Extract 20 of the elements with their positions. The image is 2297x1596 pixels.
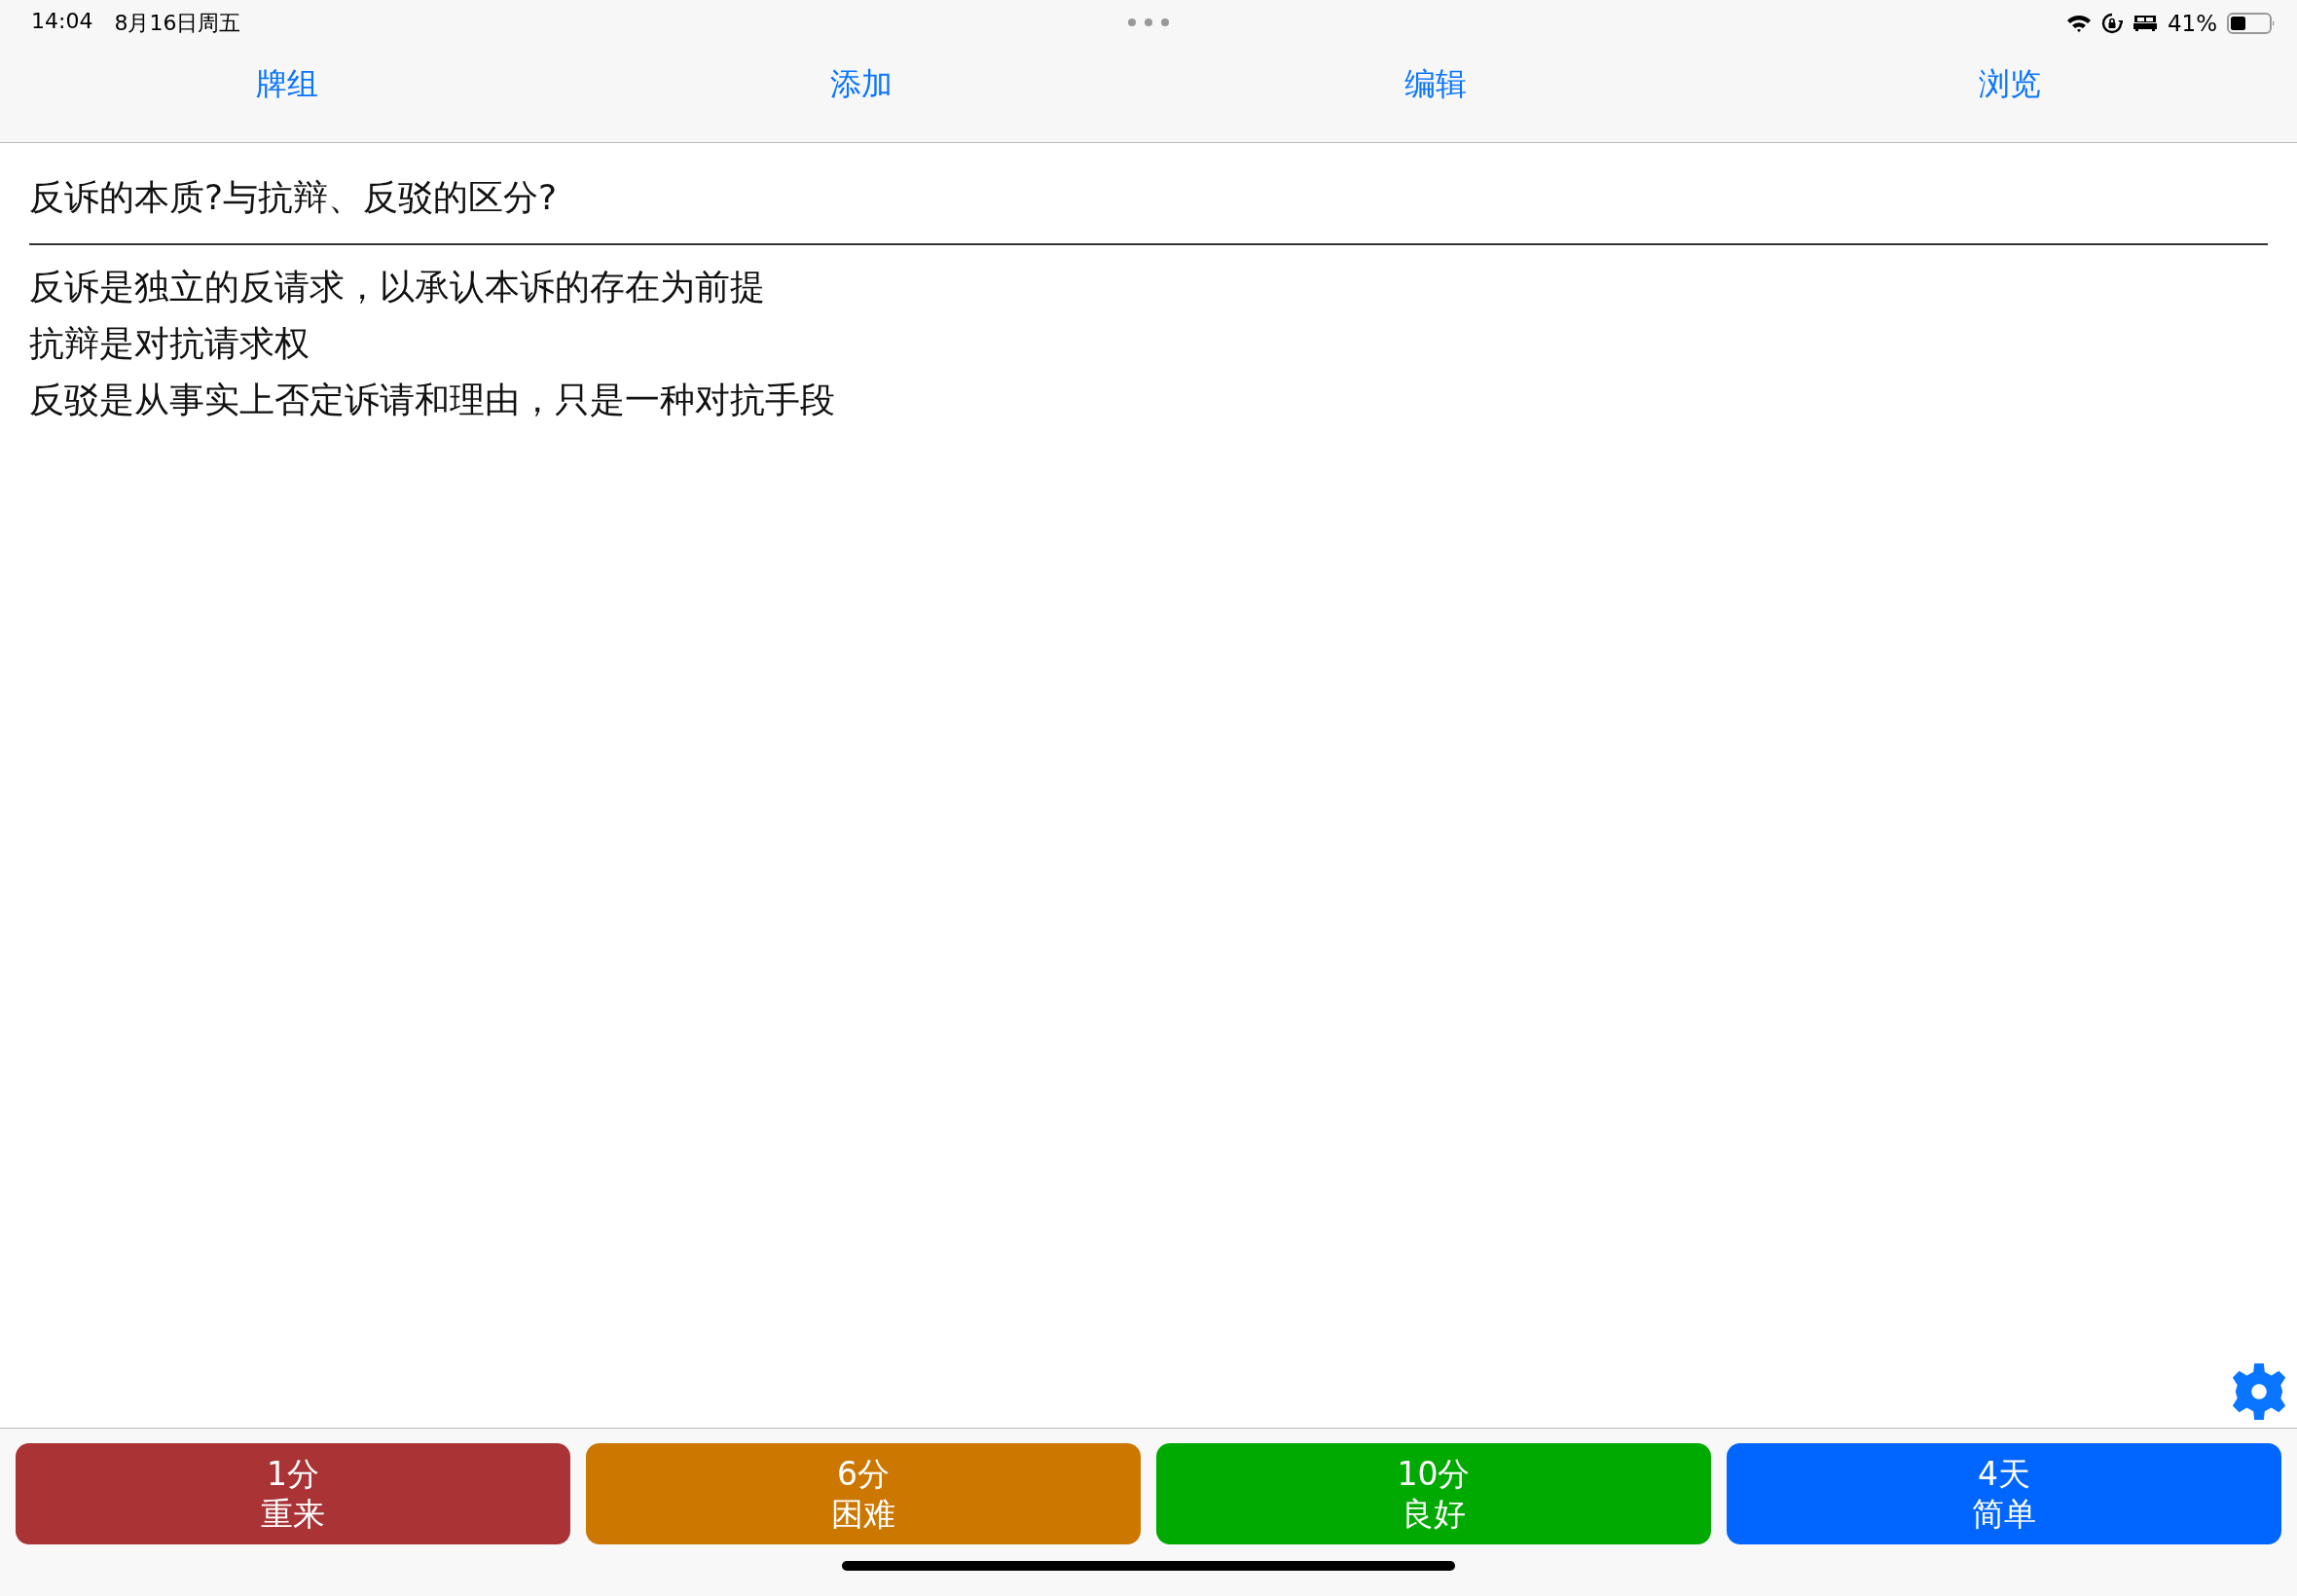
card-answer-line: 反驳是从事实上否定诉请和理由，只是一种对抗手段	[29, 379, 836, 421]
answer-button[interactable]: 10分 良好	[1156, 1443, 1711, 1544]
answer-button[interactable]: 1分 重来	[16, 1443, 570, 1544]
status-date: 8月16日周五	[114, 10, 241, 37]
wifi-icon	[2065, 14, 2092, 33]
answer-button[interactable]: 4天 简单	[1727, 1443, 2281, 1544]
nav-tab[interactable]: 浏览	[1723, 47, 2297, 142]
status-time: 14:04	[31, 9, 93, 35]
card-question: 反诉的本质?与抗辩、反驳的区分?	[29, 176, 559, 219]
nav-tab[interactable]: 牌组	[0, 47, 574, 142]
battery-icon	[2227, 13, 2276, 34]
bed-icon	[2132, 15, 2158, 32]
battery-percentage: 41%	[2167, 11, 2217, 36]
multitasking-dots-icon[interactable]	[1127, 18, 1170, 27]
card-answer-line: 反诉是独立的反请求，以承认本诉的存在为前提	[29, 266, 766, 308]
card-answer-line: 抗辩是对抗请求权	[29, 322, 310, 365]
nav-tab[interactable]: 编辑	[1148, 47, 1723, 142]
answer-button[interactable]: 6分 困难	[586, 1443, 1141, 1544]
rotation-lock-icon	[2100, 13, 2123, 34]
nav-tab[interactable]: 添加	[574, 47, 1148, 142]
